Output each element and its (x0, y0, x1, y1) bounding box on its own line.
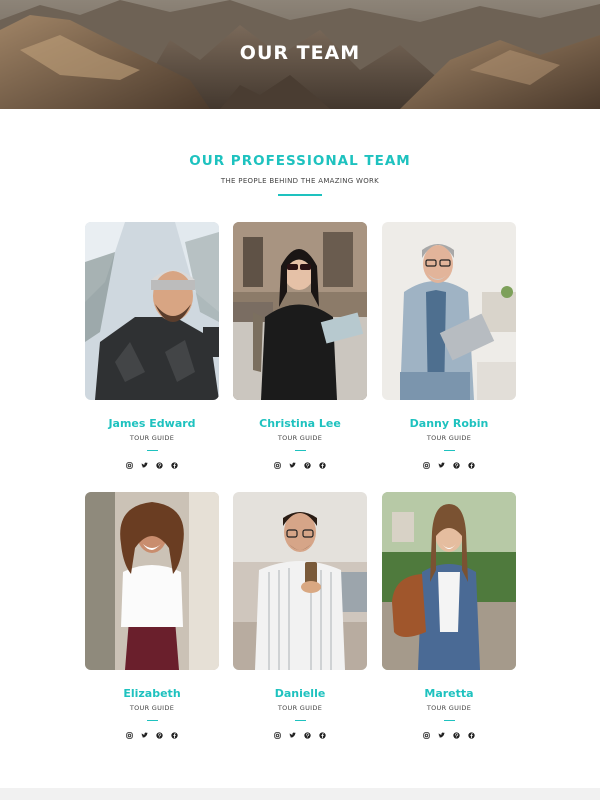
page-title: OUR TEAM (239, 42, 361, 64)
twitter-icon[interactable] (437, 731, 446, 740)
member-photo (85, 222, 219, 400)
twitter-icon[interactable] (288, 731, 297, 740)
pinterest-icon[interactable] (303, 461, 312, 470)
member-name: James Edward (108, 417, 196, 430)
instagram-icon[interactable] (422, 461, 431, 470)
instagram-icon[interactable] (273, 461, 282, 470)
social-links (85, 731, 219, 740)
member-name: Elizabeth (123, 687, 181, 700)
pinterest-icon[interactable] (155, 731, 164, 740)
twitter-icon[interactable] (288, 461, 297, 470)
member-name: Christina Lee (259, 417, 341, 430)
member-divider (295, 450, 306, 451)
social-links (233, 731, 367, 740)
footer-strip (0, 788, 600, 800)
hero-banner: OUR TEAM (0, 0, 600, 109)
member-role: TOUR GUIDE (426, 704, 472, 712)
member-divider (147, 720, 158, 721)
member-photo (382, 492, 516, 670)
member-divider (444, 450, 455, 451)
instagram-icon[interactable] (125, 461, 134, 470)
facebook-icon[interactable] (170, 461, 179, 470)
member-role: TOUR GUIDE (129, 434, 175, 442)
twitter-icon[interactable] (140, 731, 149, 740)
member-divider (147, 450, 158, 451)
facebook-icon[interactable] (467, 461, 476, 470)
social-links (382, 461, 516, 470)
instagram-icon[interactable] (125, 731, 134, 740)
member-role: TOUR GUIDE (277, 704, 323, 712)
member-role: TOUR GUIDE (426, 434, 472, 442)
pinterest-icon[interactable] (155, 461, 164, 470)
facebook-icon[interactable] (318, 731, 327, 740)
social-links (233, 461, 367, 470)
member-name: Maretta (424, 687, 474, 700)
member-photo (382, 222, 516, 400)
member-divider (295, 720, 306, 721)
member-name: Danielle (274, 687, 326, 700)
social-links (382, 731, 516, 740)
social-links (85, 461, 219, 470)
section-divider (278, 194, 322, 196)
facebook-icon[interactable] (170, 731, 179, 740)
member-photo (233, 492, 367, 670)
instagram-icon[interactable] (422, 731, 431, 740)
pinterest-icon[interactable] (452, 461, 461, 470)
member-photo (85, 492, 219, 670)
section-subtitle: THE PEOPLE BEHIND THE AMAZING WORK (220, 177, 380, 185)
twitter-icon[interactable] (437, 461, 446, 470)
pinterest-icon[interactable] (303, 731, 312, 740)
twitter-icon[interactable] (140, 461, 149, 470)
instagram-icon[interactable] (273, 731, 282, 740)
pinterest-icon[interactable] (452, 731, 461, 740)
facebook-icon[interactable] (467, 731, 476, 740)
member-divider (444, 720, 455, 721)
section-title: OUR PROFESSIONAL TEAM (189, 153, 411, 169)
member-role: TOUR GUIDE (129, 704, 175, 712)
member-photo (233, 222, 367, 400)
member-name: Danny Robin (409, 417, 489, 430)
facebook-icon[interactable] (318, 461, 327, 470)
member-role: TOUR GUIDE (277, 434, 323, 442)
